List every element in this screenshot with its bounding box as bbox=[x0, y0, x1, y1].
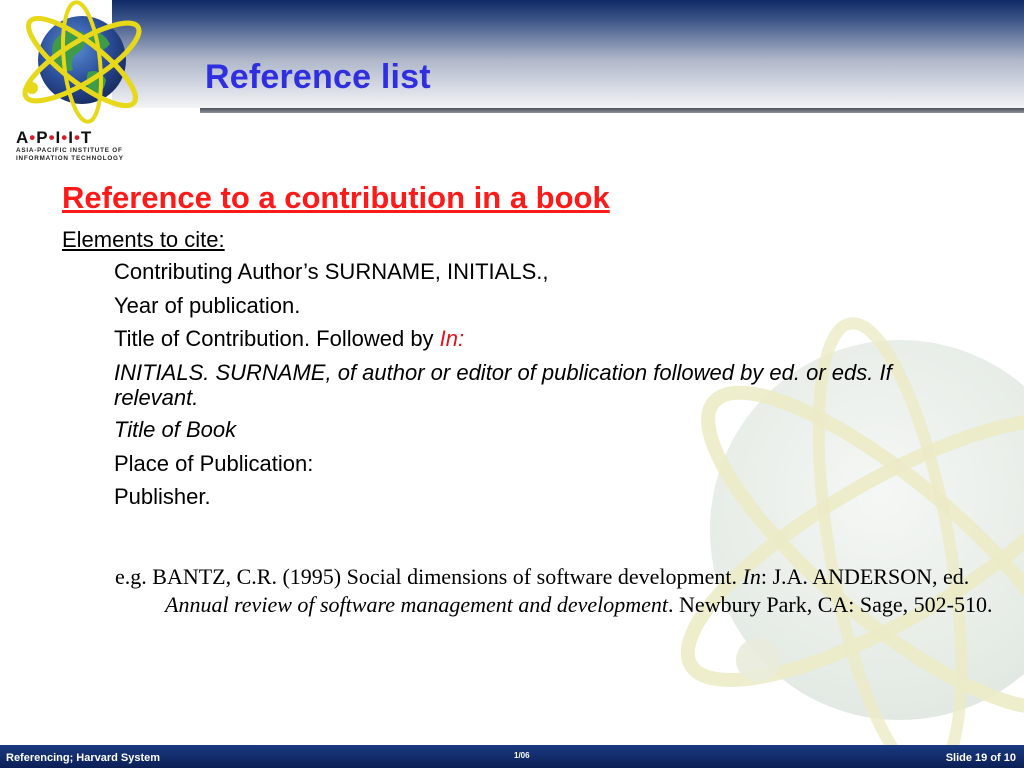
section-heading: Reference to a contribution in a book bbox=[62, 180, 610, 215]
reference-example: e.g. BANTZ, C.R. (1995) Social dimension… bbox=[115, 564, 993, 617]
elements-subheading: Elements to cite: bbox=[62, 227, 225, 252]
footer-date: 1/06 bbox=[514, 751, 530, 760]
slide-content: Reference to a contribution in a book El… bbox=[0, 0, 1024, 745]
footer-slide-number: Slide 19 of 10 bbox=[945, 752, 1016, 764]
slide: A•P•I•I•T ASIA-PACIFIC INSTITUTE OF INFO… bbox=[0, 0, 1024, 768]
element-year: Year of publication. bbox=[114, 292, 301, 318]
element-editor: INITIALS. SURNAME, of author or editor o… bbox=[114, 359, 892, 410]
element-contribution-title: Title of Contribution. Followed by In: bbox=[114, 326, 465, 351]
slide-footer: Referencing; Harvard System 1/06 Slide 1… bbox=[0, 745, 1024, 768]
element-publisher: Publisher. bbox=[114, 484, 211, 509]
element-author: Contributing Author’s SURNAME, INITIALS.… bbox=[114, 259, 549, 284]
element-book-title: Title of Book bbox=[114, 417, 237, 442]
footer-course-title: Referencing; Harvard System bbox=[6, 752, 161, 764]
in-keyword: In: bbox=[439, 326, 465, 351]
elements-list: Contributing Author’s SURNAME, INITIALS.… bbox=[114, 259, 994, 518]
element-place: Place of Publication: bbox=[114, 450, 314, 476]
